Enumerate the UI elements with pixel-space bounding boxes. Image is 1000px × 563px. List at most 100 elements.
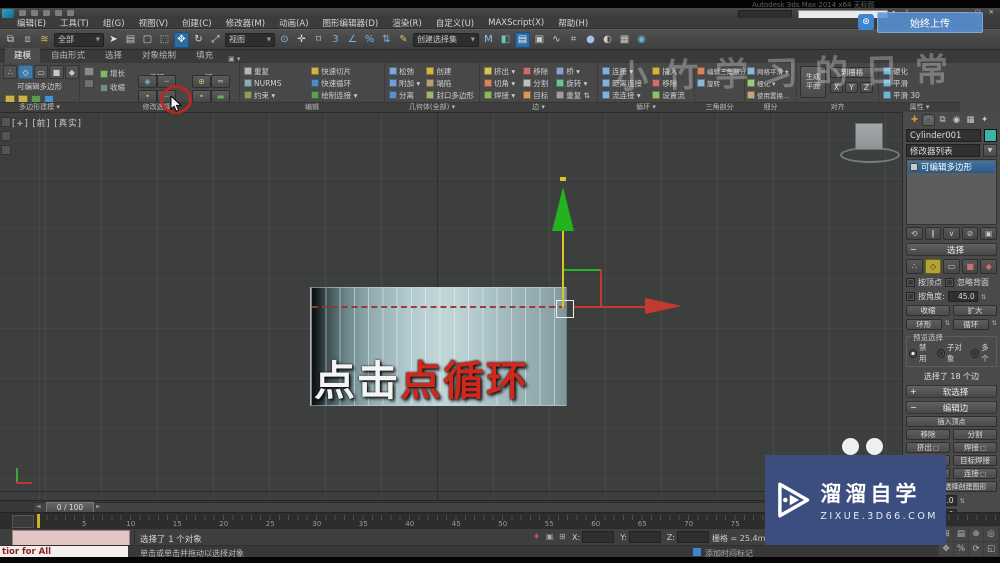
subobject-button[interactable]: ◇ [924, 259, 942, 274]
macro-recorder-box[interactable] [12, 530, 130, 546]
loop-button[interactable]: 循环 [953, 319, 989, 330]
ribbon-edge-item[interactable]: 挤出 ▾ [484, 65, 518, 77]
ribbon-geometry-item[interactable]: 创建 [426, 65, 475, 77]
object-name-field[interactable]: Cylinder001 [906, 129, 981, 142]
toolbar-item[interactable]: ▤ [515, 31, 530, 48]
toolbar-item[interactable]: ⌗ [566, 32, 581, 48]
ribbon-geometry-item[interactable]: 塌陷 [426, 77, 475, 89]
ribbon-edge-item[interactable]: 切角 ▾ [484, 77, 518, 89]
shrink-button[interactable]: 收缩 [906, 305, 950, 316]
preview-radio[interactable]: 多个 [971, 342, 994, 364]
toolbar-item[interactable]: ⌑ [311, 32, 326, 48]
subobject-mode-icon[interactable]: ◆ [64, 65, 80, 79]
toolbar-item[interactable]: 创建选择集 ▼ [413, 32, 479, 47]
toolbar-item[interactable]: ✥ [174, 31, 189, 48]
command-panel-tab[interactable]: ◠ [922, 114, 935, 126]
toolbar-item[interactable]: ◉ [634, 32, 649, 48]
toolbar-item[interactable]: ◧ [498, 32, 513, 48]
toolbar-item[interactable]: ↻ [191, 32, 206, 48]
angle-value-field[interactable]: 45.0 [947, 291, 978, 302]
ribbon-edge-item[interactable]: 目标 [523, 89, 551, 101]
panel-label-edit[interactable]: 编辑 [240, 102, 384, 112]
modifier-stack[interactable]: 可编辑多边形 [906, 159, 997, 225]
ribbon-edit-item[interactable]: 快速循环 [311, 77, 380, 89]
weight-spinner[interactable]: ⇅ [960, 497, 965, 505]
ribbon-edge-item[interactable]: 重复 ⇅ [556, 89, 593, 101]
ribbon-edge-item[interactable]: 移除 [523, 65, 551, 77]
ribbon-tab[interactable]: 对象绘制 [133, 48, 185, 63]
toolbar-item[interactable]: ≋ [37, 32, 52, 48]
ribbon-edge-item[interactable]: 分割 [523, 77, 551, 89]
new-file-icon[interactable] [19, 10, 26, 16]
rollout-soft-selection-header[interactable]: + 软选择 [906, 385, 997, 398]
ribbon-tab[interactable]: 自由形式 [42, 48, 94, 63]
selection-checkbox[interactable]: 忽略背面 [945, 277, 989, 288]
toolbar-item[interactable]: ⧈ [20, 32, 35, 48]
stack-tool-button[interactable]: ∨ [943, 227, 960, 240]
subobject-button[interactable]: ■ [961, 259, 979, 274]
toolbar-item[interactable]: 3 [328, 32, 343, 48]
viewport[interactable]: [+] [前] [真实] 点击点循环 [0, 112, 902, 501]
toolbar-item[interactable]: ⇅ [379, 32, 394, 48]
viewport-nav-icon[interactable]: % [954, 542, 968, 556]
menu-item[interactable]: 组(G) [103, 17, 125, 29]
ring-tool-button[interactable]: ═ [211, 75, 230, 88]
menu-item[interactable]: MAXScript(X) [488, 18, 544, 28]
upload-button[interactable]: 始终上传 [877, 12, 983, 33]
command-panel-tab[interactable]: ▦ [964, 114, 977, 126]
lock-selection-icon[interactable]: ▣ [546, 532, 554, 541]
viewport-label[interactable]: [+] [前] [真实] [12, 117, 82, 129]
current-frame-marker[interactable] [37, 514, 40, 528]
viewport-nav-icon[interactable]: ⟳ [969, 542, 983, 556]
stack-tool-button[interactable]: ▣ [980, 227, 997, 240]
ribbon-edit-item[interactable]: 绘制连接 ▾ [311, 89, 380, 101]
keyframe-icon[interactable]: ♦ [533, 532, 540, 541]
edge-tool-button[interactable]: 挤出 □ [906, 442, 950, 453]
menu-item[interactable]: 动画(A) [279, 17, 308, 29]
menu-item[interactable]: 渲染(R) [392, 17, 422, 29]
menu-item[interactable]: 工具(T) [60, 17, 89, 29]
viewport-nav-icon[interactable]: ◱ [984, 542, 998, 556]
edge-tool-button[interactable]: 移除 [906, 429, 950, 440]
grow-button[interactable]: 扩大 [953, 305, 997, 316]
stack-item-editable-poly[interactable]: 可编辑多边形 [908, 161, 995, 173]
angle-spinner[interactable]: ⇅ [981, 293, 986, 301]
next-frame-icon[interactable]: ► [96, 503, 101, 510]
recorder-icon[interactable]: ⊛ [858, 14, 874, 30]
time-tag-icon[interactable] [693, 548, 701, 556]
toolbar-item[interactable]: ● [583, 32, 598, 48]
panel-label-triangulation[interactable]: 三角剖分 [695, 102, 744, 112]
subobject-mode-icon[interactable]: ▭ [33, 65, 49, 79]
ring-button[interactable]: 环形 [906, 319, 942, 330]
rollout-selection-header[interactable]: − 选择 [906, 243, 997, 256]
panel-label-geometry[interactable]: 几何体(全部) ▾ [385, 102, 479, 112]
menu-item[interactable]: 创建(C) [182, 17, 212, 29]
selection-tool-icon[interactable] [84, 67, 94, 76]
toolbar-item[interactable]: 视图 ▼ [225, 32, 275, 47]
open-file-icon[interactable] [31, 10, 38, 16]
gizmo-plane-handle-red[interactable] [600, 269, 602, 308]
menu-item[interactable]: 图形编辑器(D) [323, 17, 379, 29]
panel-label-modify-selection[interactable]: 修改选择 ▾ [80, 102, 239, 112]
edge-tool-button[interactable]: 目标焊接 [953, 455, 997, 466]
ribbon-tab[interactable]: 选择 [96, 48, 131, 63]
ribbon-overflow-icon[interactable]: ▣ ▾ [228, 55, 240, 63]
subobject-mode-icon[interactable]: ■ [49, 65, 64, 79]
prev-frame-icon[interactable]: ◄ [36, 503, 41, 510]
redo-icon[interactable] [67, 10, 74, 16]
viewport-nav-icon[interactable]: ◎ [984, 527, 998, 541]
command-panel-tab[interactable]: ✦ [978, 114, 991, 126]
ribbon-tab[interactable]: 填充 [187, 48, 222, 63]
toolbar-item[interactable]: ◐ [600, 32, 615, 48]
toolbar-item[interactable]: ⤢ [208, 32, 223, 48]
toolbar-item[interactable]: M [481, 32, 496, 48]
key-filter-box[interactable] [12, 515, 34, 528]
insert-vertex-button[interactable]: 插入顶点 [906, 416, 997, 427]
panel-label-edges[interactable]: 边 ▾ [480, 102, 597, 112]
menu-item[interactable]: 帮助(H) [558, 17, 588, 29]
toolbar-item[interactable]: ∠ [345, 32, 360, 48]
ribbon-edge-item[interactable]: 桥 ▾ [556, 65, 593, 77]
preview-radio[interactable]: 禁用 [909, 342, 932, 364]
edge-tool-button[interactable]: 连接 □ [953, 468, 997, 479]
toolbar-item[interactable]: ➤ [106, 32, 121, 48]
